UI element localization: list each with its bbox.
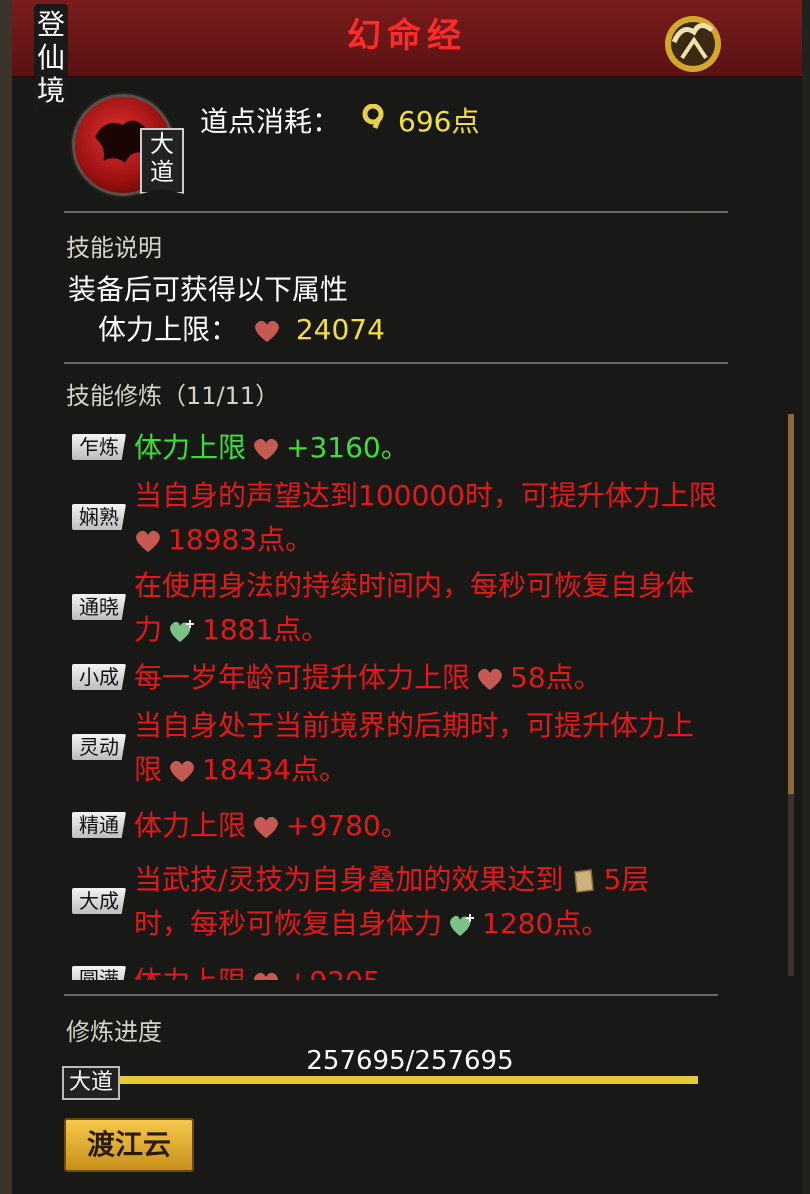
- progress-fill: [120, 1076, 698, 1084]
- heart-icon: [254, 438, 278, 460]
- skill-level-badge: 大道: [140, 128, 184, 194]
- scroll-icon: [574, 869, 595, 893]
- training-text: 每一岁年龄可提升体力上限 58点。: [134, 656, 794, 700]
- training-list[interactable]: 乍炼 体力上限 +3160。 娴熟 当自身的声望达到100000时，可提升体力上限…: [66, 420, 796, 980]
- left-edge: [0, 0, 12, 1194]
- row-text: 每一岁年龄可提升体力上限: [134, 661, 471, 694]
- training-text: 当自身的声望达到100000时，可提升体力上限 18983点。: [134, 474, 794, 562]
- divider: [64, 362, 728, 364]
- training-text: 当自身处于当前境界的后期时，可提升体力上 限 18434点。: [134, 704, 794, 792]
- stage-tag: 小成: [72, 664, 126, 690]
- row-line: 当自身处于当前境界的后期时，可提升体力上: [134, 709, 695, 742]
- heart-icon: [170, 760, 194, 782]
- heart-icon: [255, 320, 279, 342]
- heart-plus-icon: [170, 620, 195, 642]
- list-item: 大成 当武技/灵技为自身叠加的效果达到 5层 时，每秒可恢复自身体力 1280点。: [66, 858, 796, 946]
- list-item: 小成 每一岁年龄可提升体力上限 58点。: [66, 656, 796, 700]
- heart-method-logo-icon: [665, 16, 721, 72]
- realm-tag: 登仙境: [34, 4, 68, 111]
- stage-tag: 大成: [72, 888, 126, 914]
- training-text: 体力上限 +9205。: [134, 960, 794, 980]
- cost-value: 696点: [398, 105, 480, 138]
- training-section-label: 技能修炼（11/11）: [66, 382, 280, 410]
- row-line: 力 1881点。: [134, 613, 330, 646]
- list-item: 乍炼 体力上限 +3160。: [66, 426, 796, 470]
- row-line: 当武技/灵技为自身叠加的效果达到 5层: [134, 863, 650, 896]
- stage-tag: 通晓: [72, 594, 126, 620]
- heart-icon: [254, 816, 278, 838]
- row-value: +9205。: [286, 965, 409, 980]
- dao-point-icon: [362, 104, 384, 129]
- training-text: 在使用身法的持续时间内，每秒可恢复自身体 力 1881点。: [134, 564, 794, 652]
- list-item: 灵动 当自身处于当前境界的后期时，可提升体力上 限 18434点。: [66, 704, 796, 792]
- scrollbar-thumb[interactable]: [788, 414, 794, 794]
- list-item: 圆满 体力上限 +9205。: [66, 960, 796, 980]
- training-text: 体力上限 +9780。: [134, 804, 794, 848]
- progress-section-label: 修炼进度: [66, 1018, 162, 1046]
- row-value: 18983点。: [168, 523, 314, 556]
- row-line: 18983点。: [134, 518, 794, 562]
- stat-line: 体力上限： 24074: [98, 308, 385, 348]
- heart-icon: [478, 668, 502, 690]
- divider: [64, 211, 728, 213]
- progress-level-tag: 大道: [62, 1066, 120, 1100]
- row-line: 在使用身法的持续时间内，每秒可恢复自身体: [134, 569, 695, 602]
- row-value: 1881点。: [202, 613, 330, 646]
- cost-label: 道点消耗：: [200, 105, 341, 138]
- technique-button[interactable]: 渡江云: [64, 1118, 194, 1172]
- row-value: 58点。: [510, 661, 602, 694]
- heart-icon: [254, 972, 278, 980]
- row-line: 当自身的声望达到100000时，可提升体力上限: [134, 479, 717, 512]
- row-text: 体力上限: [134, 809, 247, 842]
- description-section-label: 技能说明: [66, 234, 162, 262]
- heart-icon: [136, 530, 160, 552]
- list-item: 娴熟 当自身的声望达到100000时，可提升体力上限 18983点。: [66, 474, 796, 562]
- row-value: +3160。: [286, 431, 409, 464]
- heart-plus-icon: [450, 914, 475, 936]
- row-text: 体力上限: [134, 965, 246, 980]
- training-text: 当武技/灵技为自身叠加的效果达到 5层 时，每秒可恢复自身体力 1280点。: [134, 858, 794, 946]
- title-bar: 幻命经: [12, 0, 802, 78]
- stage-tag: 乍炼: [72, 434, 126, 460]
- stage-tag: 灵动: [72, 734, 126, 760]
- stage-tag: 圆满: [72, 966, 126, 980]
- stage-tag: 精通: [72, 812, 126, 838]
- stat-label: 体力上限：: [98, 313, 239, 346]
- description-intro: 装备后可获得以下属性: [68, 273, 349, 306]
- stage-tag: 娴熟: [72, 504, 126, 530]
- row-line: 限 18434点。: [134, 753, 348, 786]
- training-text: 体力上限 +3160。: [134, 426, 794, 470]
- divider: [64, 994, 718, 996]
- row-text: 体力上限: [134, 431, 247, 464]
- row-value: 18434点。: [202, 753, 348, 786]
- progress-text: 257695/257695: [306, 1046, 514, 1076]
- row-value: +9780。: [286, 809, 409, 842]
- stat-value: 24074: [295, 313, 385, 346]
- list-item: 精通 体力上限 +9780。: [66, 804, 796, 848]
- row-line: 时，每秒可恢复自身体力 1280点。: [134, 907, 610, 940]
- list-item: 通晓 在使用身法的持续时间内，每秒可恢复自身体 力 1881点。: [66, 564, 796, 652]
